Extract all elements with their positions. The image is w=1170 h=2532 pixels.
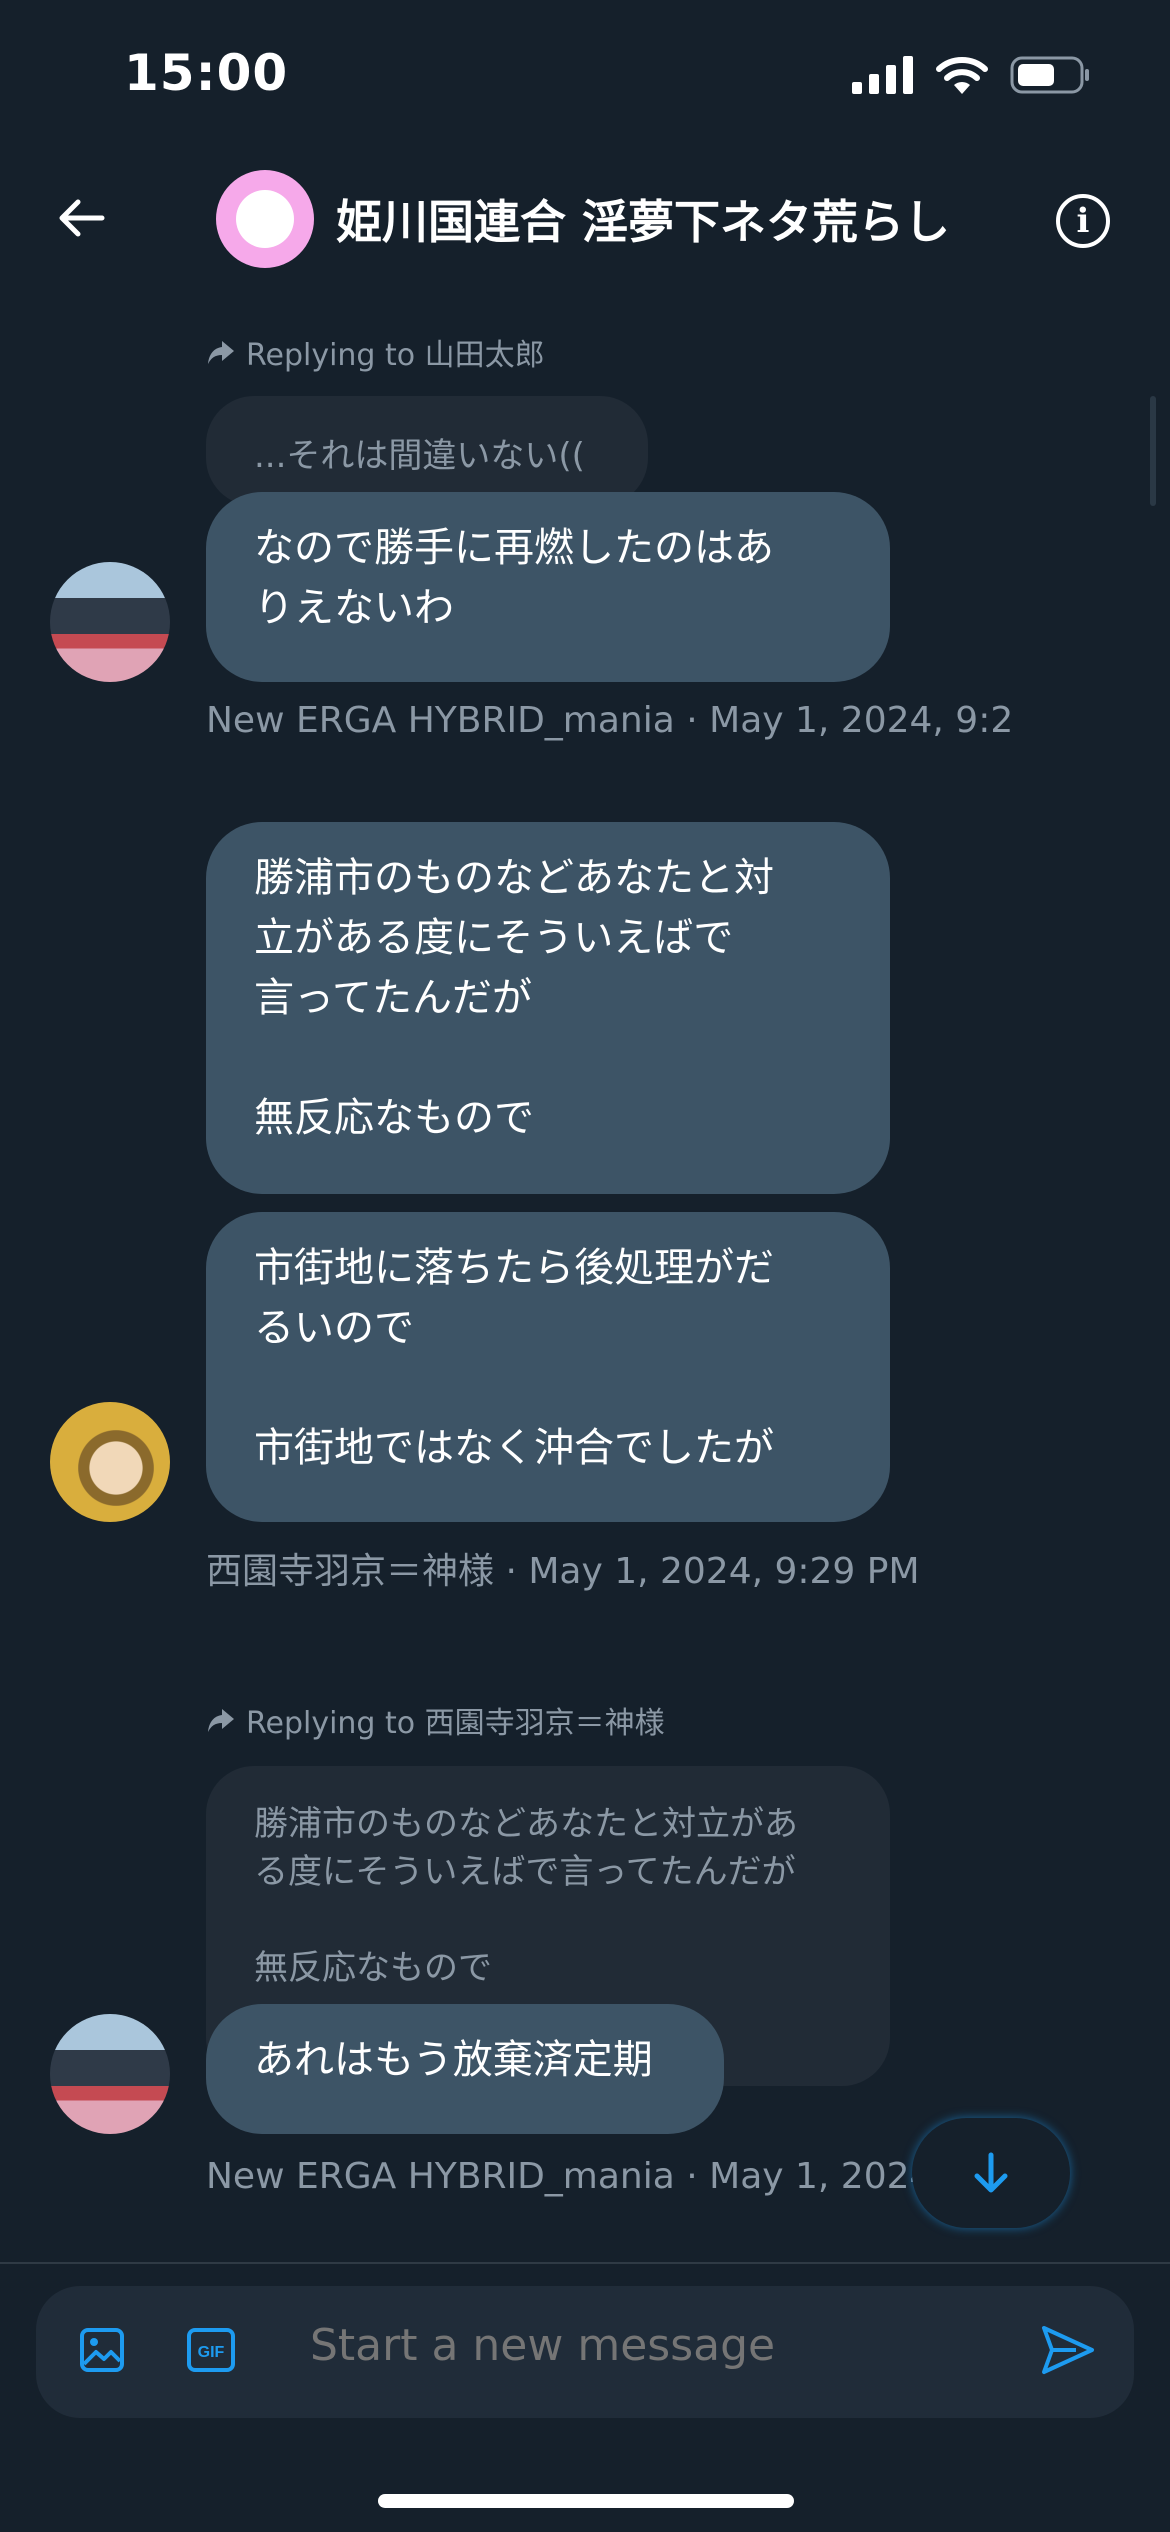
scroll-to-bottom-button[interactable] [912,2118,1070,2228]
signal-icon [852,56,913,94]
avatar[interactable] [50,1402,170,1522]
battery-icon [1010,56,1089,94]
reply-label-text: Replying to 山田太郎 [246,338,545,373]
status-time: 15:00 [124,44,289,102]
gif-icon[interactable]: GIF [186,2326,236,2374]
reply-label: Replying to 西園寺羽京＝神様 [206,1698,665,1742]
quoted-message[interactable]: ...それは間違いない(( [206,396,648,506]
message-bubble[interactable]: なので勝手に再燃したのはあ りえないわ [206,492,890,682]
svg-text:GIF: GIF [198,2344,225,2361]
reply-label: Replying to 山田太郎 [206,330,545,374]
home-indicator [378,2494,794,2508]
reply-arrow-icon [208,1709,234,1732]
arrow-down-icon [974,2152,1008,2193]
message-bubble[interactable]: 市街地に落ちたら後処理がだ るいので 市街地ではなく沖合でしたが [206,1212,890,1522]
message-meta: 西園寺羽京＝神様 · May 1, 2024, 9:29 PM [206,1551,920,1592]
wifi-icon [936,57,988,94]
composer-divider [0,2262,1170,2264]
group-avatar[interactable] [216,170,314,268]
image-icon[interactable] [78,2326,126,2374]
status-icons [852,56,1090,94]
back-arrow-icon[interactable] [52,188,112,248]
message-meta: New ERGA HYBRID_mania · May 1, 2024, [206,2156,944,2197]
send-icon[interactable] [1040,2324,1096,2376]
message-meta: New ERGA HYBRID_mania · May 1, 2024, 9:2 [206,700,1014,741]
scrollbar[interactable] [1150,396,1156,506]
reply-arrow-icon [208,341,234,364]
message-bubble[interactable]: 勝浦市のものなどあなたと対 立がある度にそういえばで 言ってたんだが 無反応なも… [206,822,890,1194]
message-bubble[interactable]: あれはもう放棄済定期 [206,2004,724,2134]
message-input[interactable] [310,2320,970,2371]
avatar[interactable] [50,2014,170,2134]
conversation-title[interactable]: 姫川国連合 淫夢下ネタ荒らし [336,186,950,252]
avatar[interactable] [50,562,170,682]
info-icon[interactable]: i [1056,194,1110,248]
reply-label-text: Replying to 西園寺羽京＝神様 [246,1706,665,1741]
